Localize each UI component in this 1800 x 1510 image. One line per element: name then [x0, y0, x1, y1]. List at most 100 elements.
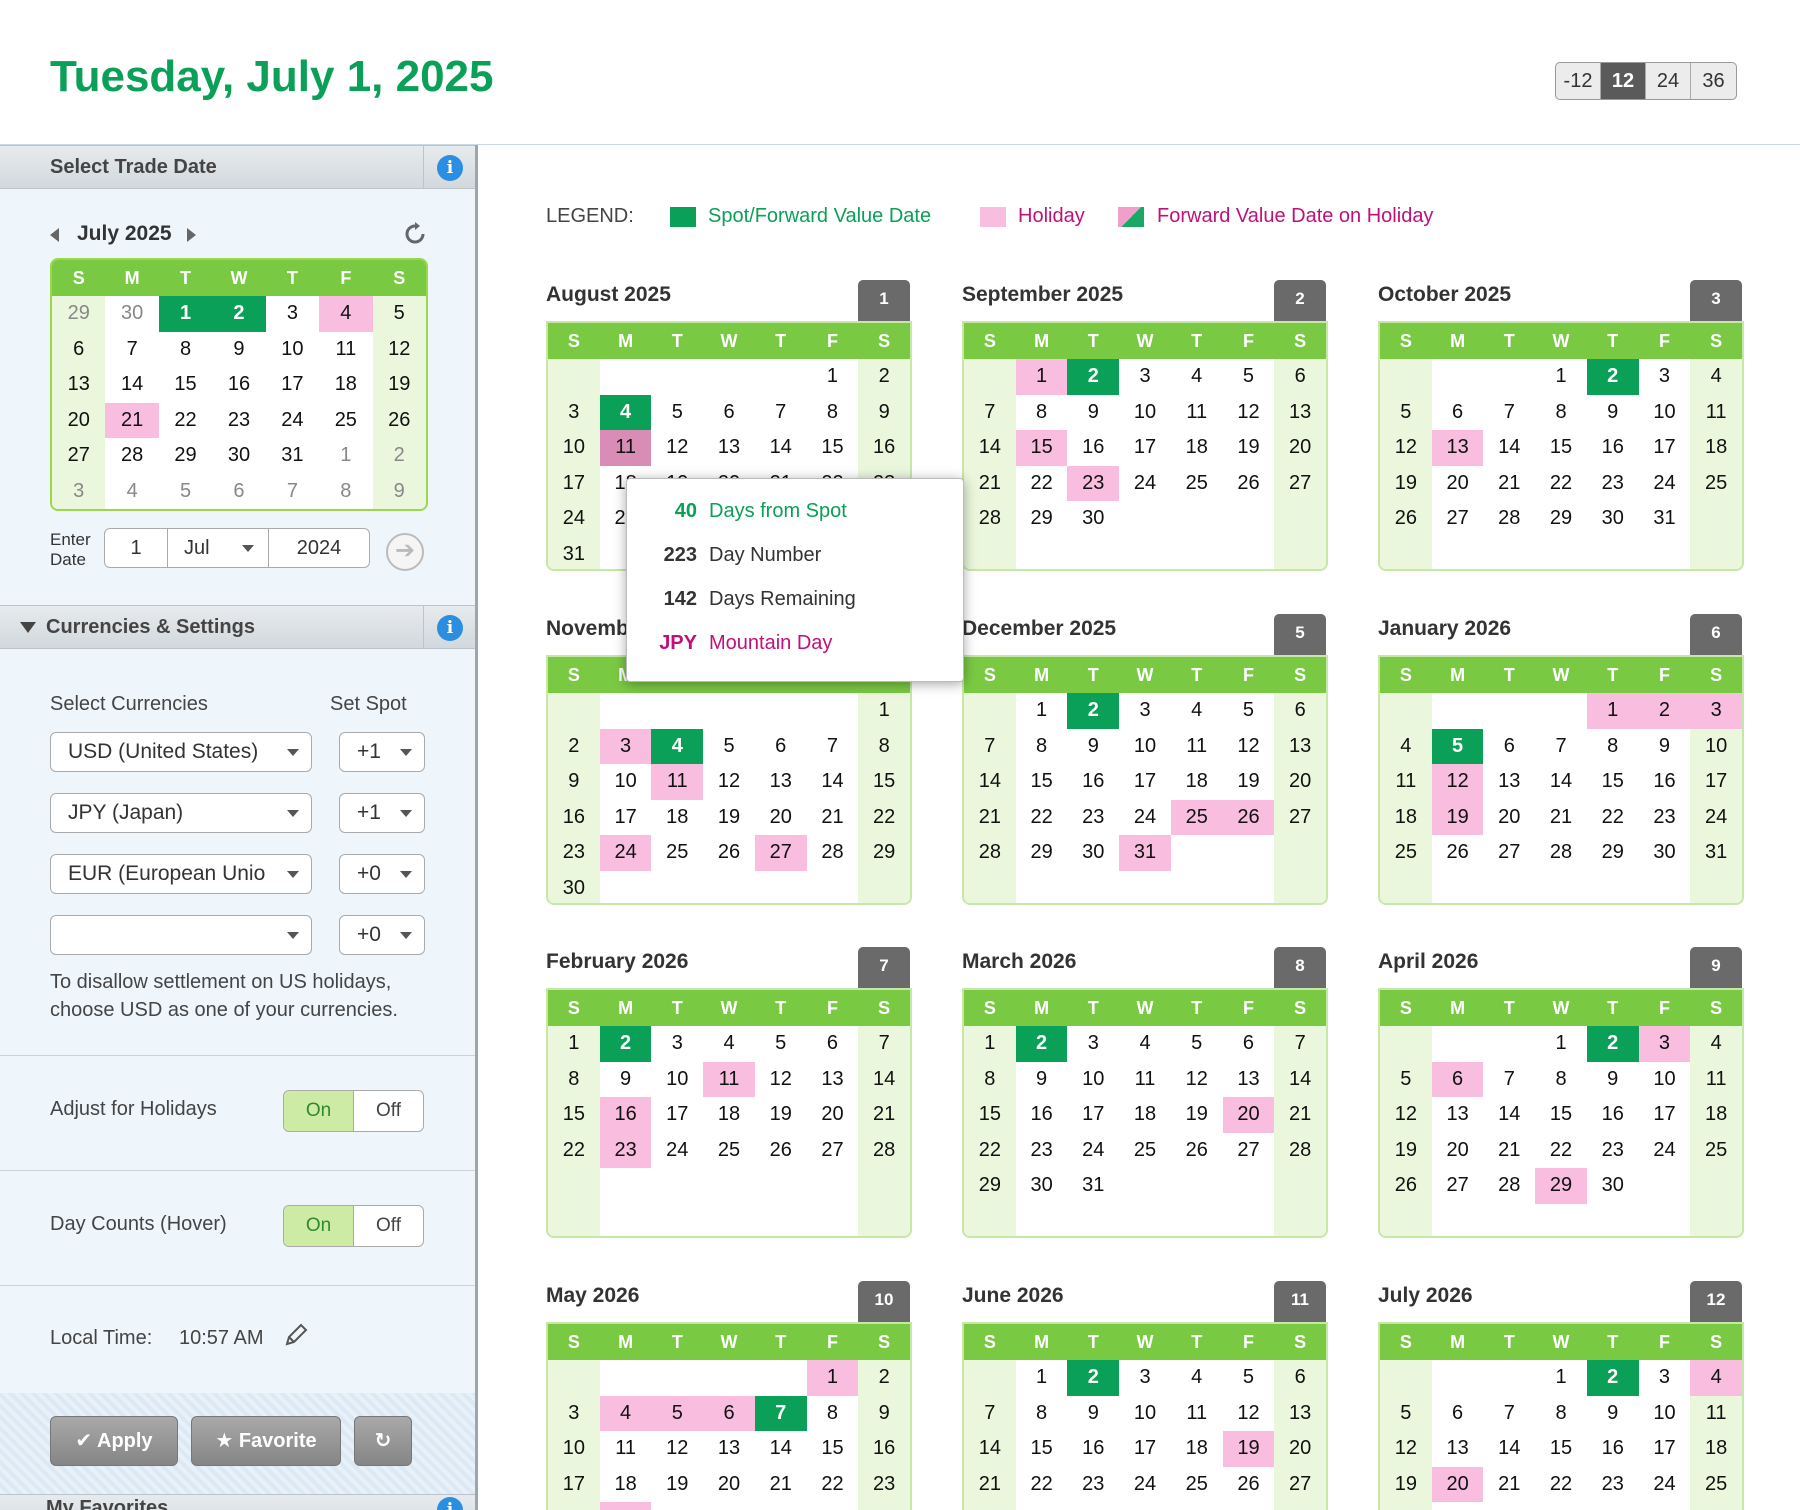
- day-counts-toggle[interactable]: On Off: [283, 1205, 424, 1247]
- day-cell[interactable]: 12: [1223, 729, 1275, 765]
- day-cell[interactable]: 8: [1016, 1396, 1068, 1432]
- day-cell[interactable]: 21: [1483, 466, 1535, 502]
- day-cell[interactable]: 12: [1223, 1396, 1275, 1432]
- day-cell[interactable]: 28: [964, 835, 1016, 871]
- mini-day-cell[interactable]: 14: [105, 367, 158, 403]
- day-cell[interactable]: 3: [1690, 693, 1742, 729]
- day-cell[interactable]: 27: [754, 835, 807, 871]
- day-cell[interactable]: 26: [1223, 466, 1275, 502]
- day-cell[interactable]: 19: [1171, 1097, 1223, 1133]
- day-cell[interactable]: 19: [703, 800, 755, 836]
- day-cell[interactable]: 7: [807, 729, 859, 765]
- day-cell[interactable]: 23: [1016, 1133, 1068, 1169]
- mini-day-cell[interactable]: 27: [52, 438, 106, 474]
- day-cell[interactable]: 19: [1431, 799, 1484, 836]
- day-cell[interactable]: 18: [1119, 1097, 1171, 1133]
- day-cell[interactable]: 26: [755, 1133, 807, 1169]
- day-cell[interactable]: 5: [1380, 1396, 1432, 1432]
- day-cell[interactable]: 12: [1380, 430, 1432, 466]
- day-cell[interactable]: 13: [1274, 729, 1326, 765]
- day-cell[interactable]: 18: [600, 1467, 652, 1503]
- day-cell[interactable]: 24: [1119, 800, 1171, 836]
- day-cell[interactable]: 27: [1274, 1467, 1326, 1503]
- day-cell[interactable]: 12: [651, 430, 703, 466]
- mini-day-cell[interactable]: 18: [319, 367, 372, 403]
- day-cell[interactable]: 5: [1223, 359, 1275, 395]
- day-cell[interactable]: 10: [548, 1431, 600, 1467]
- day-cell[interactable]: 15: [1587, 764, 1639, 800]
- day-cell[interactable]: 9: [1067, 1396, 1119, 1432]
- mini-day-cell[interactable]: 12: [372, 331, 426, 367]
- currency-select-3[interactable]: EUR (European Unio: [50, 854, 312, 894]
- day-cell[interactable]: 14: [964, 764, 1016, 800]
- day-cell[interactable]: 2: [1586, 359, 1639, 395]
- day-cell[interactable]: 3: [1119, 359, 1171, 395]
- day-cell[interactable]: 19: [651, 1467, 703, 1503]
- day-cell[interactable]: 11: [1171, 1396, 1223, 1432]
- mini-day-cell[interactable]: 7: [266, 474, 319, 510]
- day-cell[interactable]: 17: [1067, 1097, 1119, 1133]
- day-cell[interactable]: 11: [600, 1431, 652, 1467]
- mini-day-cell[interactable]: 16: [212, 367, 265, 403]
- day-cell[interactable]: 3: [599, 728, 652, 765]
- day-cell[interactable]: 15: [1535, 430, 1587, 466]
- day-cell[interactable]: 17: [1639, 1431, 1691, 1467]
- mini-day-cell[interactable]: 8: [319, 474, 372, 510]
- day-cell[interactable]: 26: [703, 835, 755, 871]
- day-cell[interactable]: 19: [1222, 1431, 1275, 1467]
- day-cell[interactable]: 11: [1171, 395, 1223, 431]
- day-cell[interactable]: 11: [1690, 395, 1742, 431]
- day-cell[interactable]: 18: [1690, 1097, 1742, 1133]
- day-cell[interactable]: 6: [755, 729, 807, 765]
- mini-day-cell[interactable]: 23: [212, 403, 265, 439]
- day-cell[interactable]: 13: [1223, 1062, 1275, 1098]
- day-cell[interactable]: 15: [807, 1431, 859, 1467]
- day-cell[interactable]: 13: [703, 1431, 755, 1467]
- day-cell[interactable]: 7: [1483, 1396, 1535, 1432]
- day-cell[interactable]: 28: [858, 1133, 910, 1169]
- day-cell[interactable]: 31: [1690, 835, 1742, 871]
- day-cell[interactable]: 14: [755, 1431, 807, 1467]
- day-cell[interactable]: 25: [1690, 1133, 1742, 1169]
- day-cell[interactable]: 27: [1274, 800, 1326, 836]
- day-cell[interactable]: 11: [1690, 1396, 1742, 1432]
- day-cell[interactable]: 6: [703, 395, 755, 431]
- day-cell[interactable]: 13: [1432, 1431, 1484, 1467]
- day-cell[interactable]: 22: [964, 1133, 1016, 1169]
- day-cell[interactable]: 26: [1380, 1168, 1432, 1204]
- day-cell[interactable]: 14: [858, 1062, 910, 1098]
- day-cell[interactable]: 22: [548, 1133, 600, 1169]
- day-cell[interactable]: 27: [1274, 466, 1326, 502]
- day-cell[interactable]: 8: [1016, 395, 1068, 431]
- day-cell[interactable]: 20: [703, 1467, 755, 1503]
- day-cell[interactable]: 21: [1535, 800, 1587, 836]
- day-cell[interactable]: 3: [1638, 1026, 1691, 1062]
- mini-day-cell[interactable]: 26: [372, 402, 426, 438]
- day-cell[interactable]: 22: [858, 800, 910, 836]
- day-cell[interactable]: 16: [858, 430, 910, 466]
- day-cell[interactable]: 22: [1587, 800, 1639, 836]
- day-cell[interactable]: 8: [1587, 729, 1639, 765]
- day-cell[interactable]: 22: [1535, 1133, 1587, 1169]
- day-cell[interactable]: 1: [1016, 693, 1068, 729]
- range-12-button[interactable]: 12: [1601, 63, 1646, 99]
- day-cell[interactable]: 25: [1171, 1467, 1223, 1503]
- day-cell[interactable]: 20: [1274, 764, 1326, 800]
- day-cell[interactable]: 24: [1690, 800, 1742, 836]
- day-cell[interactable]: 31: [1639, 501, 1691, 537]
- day-cell[interactable]: 7: [1535, 729, 1587, 765]
- day-cell[interactable]: 6: [703, 1395, 755, 1432]
- day-cell[interactable]: 10: [1067, 1062, 1119, 1098]
- day-cell[interactable]: 6: [1431, 1061, 1484, 1098]
- day-cell[interactable]: 28: [807, 835, 859, 871]
- day-cell[interactable]: 7: [754, 1395, 807, 1432]
- day-cell[interactable]: 23: [1587, 1133, 1639, 1169]
- day-cell[interactable]: 22: [1535, 1467, 1587, 1503]
- day-cell[interactable]: 27: [1432, 501, 1484, 537]
- day-cell[interactable]: 21: [964, 1467, 1016, 1503]
- day-cell[interactable]: 14: [1535, 764, 1587, 800]
- day-cell[interactable]: 16: [858, 1431, 910, 1467]
- day-cell[interactable]: 30: [1016, 1168, 1068, 1204]
- day-cell[interactable]: 8: [1535, 1396, 1587, 1432]
- day-cell[interactable]: 1: [548, 1026, 600, 1062]
